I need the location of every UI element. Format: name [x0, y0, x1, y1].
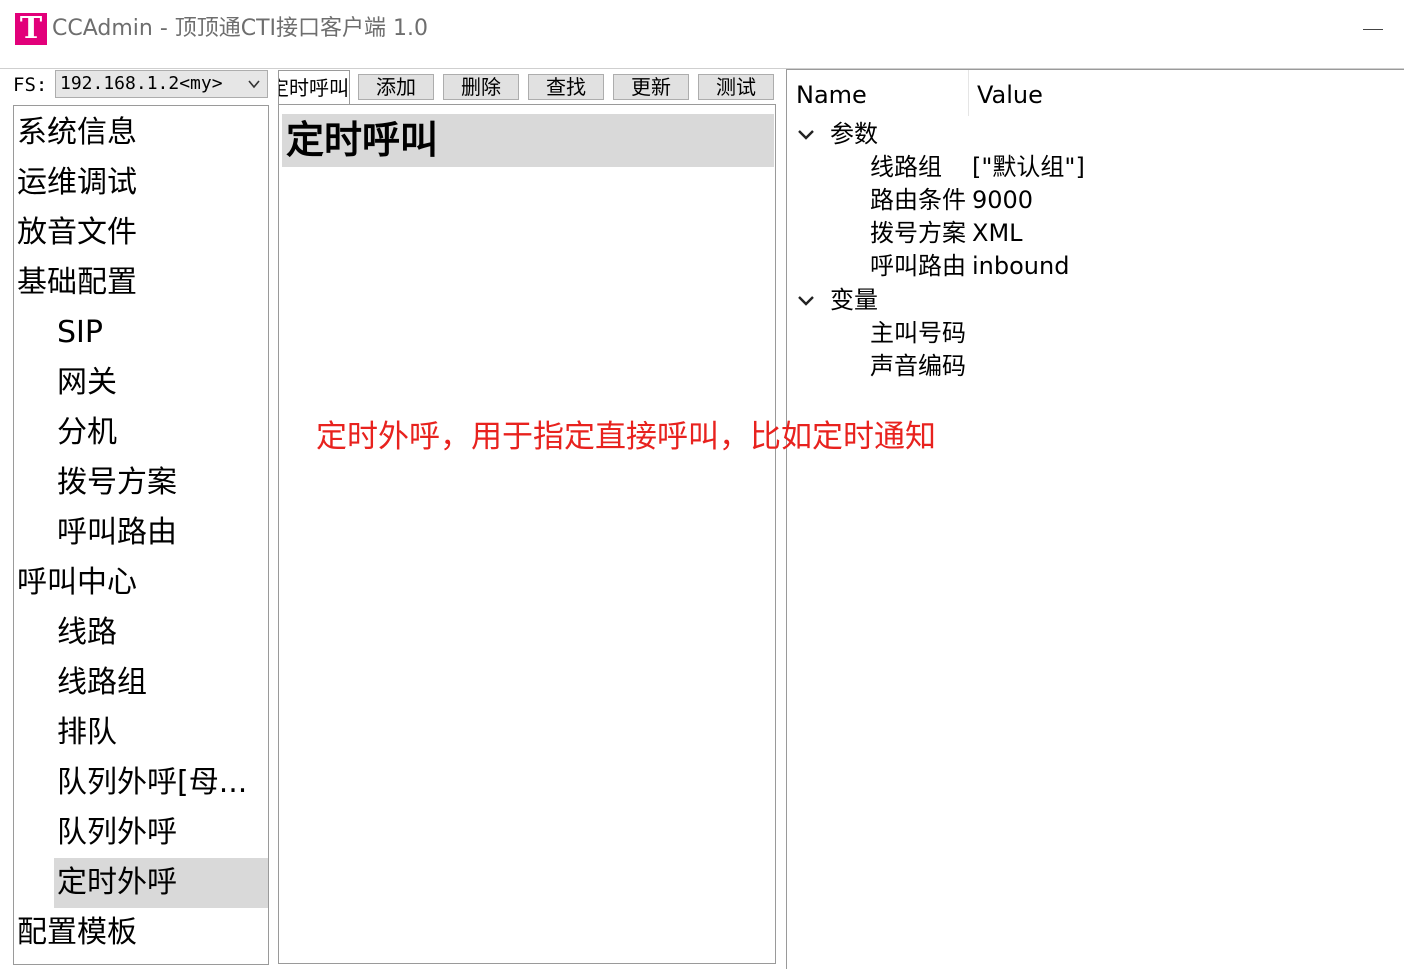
- nav-item-call-route[interactable]: 呼叫路由: [14, 508, 268, 558]
- property-value[interactable]: inbound: [972, 250, 1069, 283]
- minimize-button[interactable]: [1356, 14, 1390, 44]
- property-value[interactable]: XML: [972, 217, 1023, 250]
- chevron-down-icon: [798, 296, 814, 306]
- nav-tree: 系统信息 运维调试 放音文件 基础配置 SIP 网关 分机 拨号方案 呼叫路由 …: [13, 105, 269, 965]
- property-name: 拨号方案: [870, 219, 966, 247]
- nav-item-queue-outbound-parent[interactable]: 队列外呼[母...: [14, 758, 268, 808]
- update-button[interactable]: 更新: [613, 74, 689, 100]
- nav-item-sip[interactable]: SIP: [14, 308, 268, 358]
- nav-item-queue-outbound[interactable]: 队列外呼: [14, 808, 268, 858]
- nav-item-dialplan[interactable]: 拨号方案: [14, 458, 268, 508]
- server-select-value: 192.168.1.2<my>: [60, 73, 223, 94]
- content-header: 定时呼叫: [282, 114, 774, 167]
- nav-item-call-center[interactable]: 呼叫中心: [14, 558, 268, 608]
- add-button[interactable]: 添加: [358, 74, 434, 100]
- nav-item-line-group[interactable]: 线路组: [14, 658, 268, 708]
- delete-button[interactable]: 删除: [443, 74, 519, 100]
- server-label: FS:: [13, 74, 48, 96]
- nav-item-extension[interactable]: 分机: [14, 408, 268, 458]
- property-name: 声音编码: [870, 352, 966, 380]
- property-value[interactable]: 9000: [972, 184, 1033, 217]
- column-header-value[interactable]: Value: [977, 80, 1043, 110]
- nav-item-ops-debug[interactable]: 运维调试: [14, 158, 268, 208]
- nav-item-basic-config[interactable]: 基础配置: [14, 258, 268, 308]
- property-name: 主叫号码: [870, 319, 966, 347]
- window-title: CCAdmin - 顶顶通CTI接口客户端 1.0: [52, 16, 429, 41]
- group-label: 变量: [830, 286, 878, 314]
- nav-item-config-template[interactable]: 配置模板: [14, 908, 268, 958]
- property-name: 线路组: [870, 153, 942, 181]
- nav-item-system-info[interactable]: 系统信息: [14, 108, 268, 158]
- chevron-down-icon: [798, 130, 814, 140]
- property-name: 呼叫路由: [870, 252, 966, 280]
- description-text: 定时外呼，用于指定直接呼叫，比如定时通知: [316, 419, 936, 455]
- search-button[interactable]: 查找: [528, 74, 604, 100]
- nav-item-scheduled-outbound[interactable]: 定时外呼: [54, 858, 268, 908]
- chevron-down-icon: [248, 80, 260, 89]
- nav-item-line[interactable]: 线路: [14, 608, 268, 658]
- property-name: 路由条件: [870, 186, 966, 214]
- column-header-name[interactable]: Name: [796, 80, 867, 110]
- nav-item-audio-files[interactable]: 放音文件: [14, 208, 268, 258]
- nav-item-queue[interactable]: 排队: [14, 708, 268, 758]
- app-logo-icon: T: [15, 13, 47, 45]
- column-divider[interactable]: [968, 70, 969, 116]
- tab-scheduled-call[interactable]: 定时呼叫: [278, 70, 350, 104]
- content-panel: 定时呼叫: [278, 104, 776, 964]
- test-button[interactable]: 测试: [698, 74, 774, 100]
- group-label: 参数: [830, 120, 878, 148]
- nav-item-gateway[interactable]: 网关: [14, 358, 268, 408]
- property-value[interactable]: ["默认组"]: [972, 151, 1085, 184]
- title-bar: T CCAdmin - 顶顶通CTI接口客户端 1.0: [0, 0, 1404, 58]
- server-select[interactable]: 192.168.1.2<my>: [55, 70, 268, 98]
